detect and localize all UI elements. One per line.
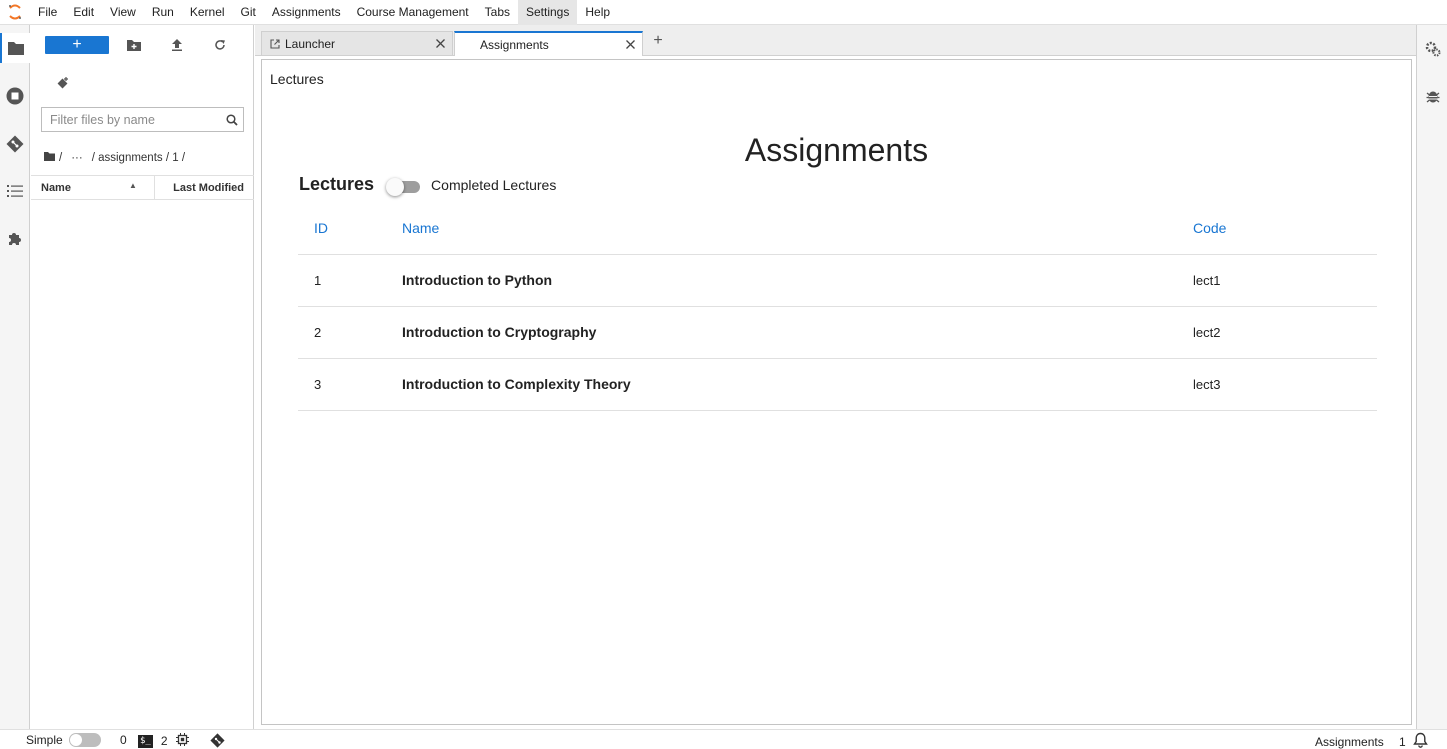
kernel-count[interactable]: 0	[120, 733, 127, 747]
status-line-count[interactable]: 1	[1399, 735, 1406, 749]
file-filter-input[interactable]	[42, 108, 221, 131]
terminal-icon: $_	[138, 734, 153, 748]
git-icon[interactable]	[0, 129, 30, 159]
breadcrumb-path[interactable]: / assignments / 1 /	[92, 152, 185, 164]
tab-launcher[interactable]: Launcher	[261, 31, 453, 55]
simple-mode-switch[interactable]: Simple	[26, 733, 101, 747]
menu-bar: File Edit View Run Kernel Git Assignment…	[0, 0, 1447, 25]
upload-icon[interactable]	[167, 36, 187, 54]
menu-git[interactable]: Git	[233, 0, 264, 25]
menu-kernel[interactable]: Kernel	[182, 0, 233, 25]
status-document-label: Assignments	[1315, 735, 1384, 749]
notification-bell-icon[interactable]	[1413, 732, 1428, 748]
simple-mode-label: Simple	[26, 733, 63, 747]
terminal-count-value: 2	[160, 734, 168, 748]
file-list-header: Name ▲ Last Modified	[31, 175, 254, 200]
terminal-count[interactable]: $_ 2	[138, 734, 168, 748]
menu-run[interactable]: Run	[144, 0, 182, 25]
add-tab-icon[interactable]: +	[648, 31, 668, 51]
panel-heading: Lectures	[270, 71, 324, 87]
simple-mode-toggle[interactable]	[68, 733, 101, 747]
page-title: Assignments	[744, 132, 929, 168]
extension-manager-icon[interactable]	[0, 224, 30, 254]
tab-launcher-label: Launcher	[285, 36, 336, 51]
table-of-contents-icon[interactable]	[0, 176, 30, 206]
menu-file[interactable]: File	[30, 0, 65, 25]
file-browser-toolbar: +	[31, 36, 254, 56]
property-inspector-icon[interactable]	[1417, 34, 1447, 64]
cpu-chip-icon[interactable]	[176, 733, 189, 746]
menu-tabs[interactable]: Tabs	[477, 0, 518, 25]
kernel-count-value: 0	[120, 733, 127, 747]
completed-lectures-toggle[interactable]	[386, 175, 422, 196]
breadcrumb-root[interactable]: /	[59, 152, 62, 164]
new-folder-icon[interactable]	[124, 36, 144, 54]
menu-view[interactable]: View	[102, 0, 144, 25]
lectures-table: ID Name Code 1 Introduction to Python le…	[298, 202, 1377, 411]
column-name[interactable]: Name	[402, 202, 1193, 255]
right-sidebar	[1416, 25, 1447, 729]
git-status-icon[interactable]	[210, 733, 225, 748]
close-icon[interactable]	[428, 39, 452, 48]
launcher-icon	[262, 38, 280, 49]
left-sidebar	[0, 25, 30, 729]
row-code: lect1	[1193, 254, 1377, 307]
column-code[interactable]: Code	[1193, 202, 1377, 255]
file-browser-panel: + / ··· / assignments / 1 / Name ▲ Last …	[31, 25, 254, 729]
document-tab-bar: Launcher Assignments +	[255, 25, 1416, 56]
breadcrumb: / ··· / assignments / 1 /	[44, 152, 185, 164]
breadcrumb-ellipsis[interactable]: ···	[71, 152, 83, 164]
git-clone-icon[interactable]	[53, 73, 73, 93]
lectures-header-row: Lectures Completed Lectures	[299, 174, 557, 196]
row-name[interactable]: Introduction to Python	[402, 254, 1193, 307]
jupyter-logo-icon[interactable]	[0, 0, 30, 25]
refresh-icon[interactable]	[210, 36, 230, 54]
table-header-row: ID Name Code	[298, 202, 1377, 255]
table-row[interactable]: 1 Introduction to Python lect1	[298, 254, 1377, 307]
menu-assignments[interactable]: Assignments	[264, 0, 349, 25]
assignments-panel: Lectures Assignments Lectures Completed …	[261, 59, 1412, 725]
status-right-label: Assignments	[1315, 735, 1384, 749]
close-icon[interactable]	[618, 40, 642, 49]
home-folder-icon[interactable]	[44, 152, 55, 164]
menu-course-management[interactable]: Course Management	[349, 0, 477, 25]
column-name[interactable]: Name	[41, 182, 71, 194]
running-sessions-icon[interactable]	[0, 81, 30, 111]
row-code: lect3	[1193, 358, 1377, 411]
sort-ascending-icon: ▲	[129, 181, 137, 190]
menu-edit[interactable]: Edit	[65, 0, 102, 25]
menu-settings[interactable]: Settings	[518, 0, 578, 25]
file-filter-box	[41, 107, 244, 132]
tab-assignments-label: Assignments	[480, 37, 549, 52]
status-right-count: 1	[1399, 735, 1406, 749]
column-divider[interactable]	[154, 176, 155, 199]
folder-icon[interactable]	[0, 33, 30, 63]
menu-help[interactable]: Help	[577, 0, 618, 25]
table-row[interactable]: 3 Introduction to Complexity Theory lect…	[298, 358, 1377, 411]
row-id: 3	[298, 358, 402, 411]
column-last-modified[interactable]: Last Modified	[173, 182, 244, 194]
row-name[interactable]: Introduction to Complexity Theory	[402, 358, 1193, 411]
table-row[interactable]: 2 Introduction to Cryptography lect2	[298, 306, 1377, 359]
column-id[interactable]: ID	[298, 202, 402, 255]
lectures-subtitle: Lectures	[299, 174, 375, 194]
new-launcher-button[interactable]: +	[45, 36, 109, 54]
debugger-icon[interactable]	[1417, 81, 1447, 111]
completed-lectures-label: Completed Lectures	[431, 176, 557, 193]
tab-assignments[interactable]: Assignments	[454, 31, 643, 56]
row-id: 1	[298, 254, 402, 307]
row-code: lect2	[1193, 306, 1377, 359]
status-bar: Simple 0 $_ 2 Assignments 1	[0, 729, 1447, 749]
row-id: 2	[298, 306, 402, 359]
search-icon	[221, 113, 243, 126]
row-name[interactable]: Introduction to Cryptography	[402, 306, 1193, 359]
